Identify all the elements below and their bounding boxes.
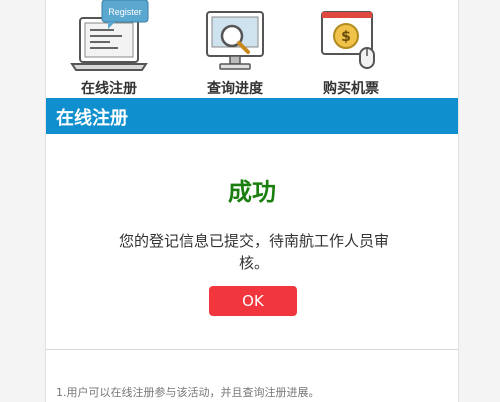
page-container: Register 在线注册 查询进度 $ 购买机票 在线注册 成功 您的登记信息…: [45, 0, 459, 402]
footer-note: 1.用户可以在线注册参与该活动，并且查询注册进展。: [56, 386, 320, 399]
nav-item-register[interactable]: Register 在线注册: [49, 0, 169, 98]
section-header-bar: 在线注册: [46, 98, 458, 134]
section-title: 在线注册: [56, 108, 128, 129]
nav-item-query-progress[interactable]: 查询进度: [175, 0, 295, 98]
monitor-magnifier-icon: [206, 11, 264, 70]
nav-label-buy-tickets: 购买机票: [323, 81, 379, 97]
success-message: 您的登记信息已提交，待南航工作人员审核。: [118, 232, 389, 272]
nav-icon-row: Register 在线注册 查询进度 $ 购买机票: [46, 0, 458, 98]
nav-label-register: 在线注册: [81, 81, 137, 97]
success-title: 成功: [228, 178, 276, 206]
success-dialog: 成功 您的登记信息已提交，待南航工作人员审核。 OK: [46, 134, 458, 350]
nav-item-buy-tickets[interactable]: $ 购买机票: [291, 0, 411, 98]
nav-label-query-progress: 查询进度: [207, 81, 263, 97]
laptop-register-icon: Register: [70, 0, 149, 71]
svg-text:$: $: [341, 29, 351, 45]
register-badge-text: Register: [108, 7, 142, 17]
dollar-screen-mouse-icon: $: [321, 11, 375, 69]
ok-button[interactable]: OK: [209, 286, 297, 316]
